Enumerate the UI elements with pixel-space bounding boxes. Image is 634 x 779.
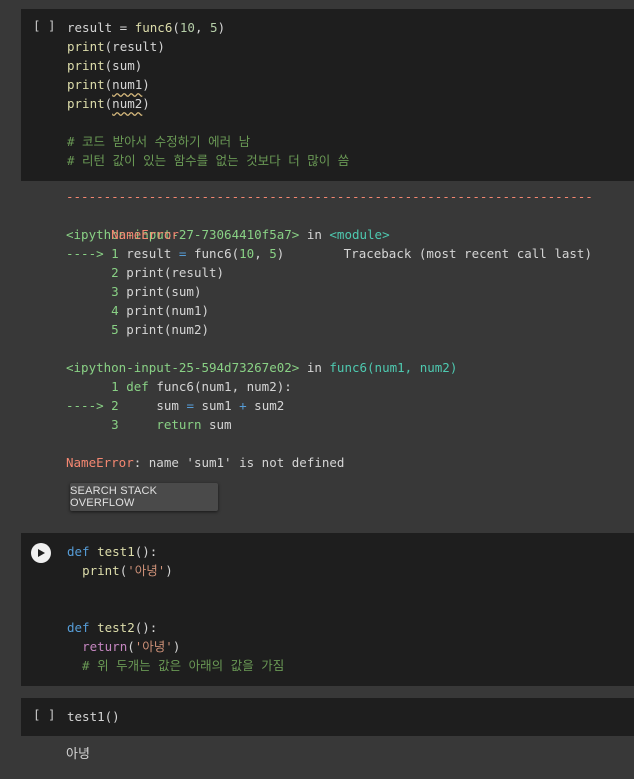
code-line: test1() xyxy=(67,709,120,724)
error-name: NameError xyxy=(111,227,179,242)
line-number: 3 xyxy=(66,284,127,299)
cell-1-run-bracket[interactable]: [ ] xyxy=(33,18,56,33)
traceback-line: 5 print(num2) xyxy=(66,320,592,339)
code-text: print(result) xyxy=(67,39,165,54)
run-cell-button[interactable] xyxy=(31,543,51,563)
traceback-line: 1 def func6(num1, num2): xyxy=(66,377,592,396)
line-code: print(num1) xyxy=(126,303,210,318)
traceback-frame-2: 1 def func6(num1, num2): ----> 2 sum = su… xyxy=(66,377,592,434)
code-line: print('아녕') xyxy=(82,563,173,578)
frame-in: in xyxy=(299,360,330,375)
traceback-header: NameError Traceback (most recent call la… xyxy=(66,206,592,261)
line-code: result = func6(10, 5) xyxy=(126,246,285,261)
cell-3-run-bracket[interactable]: [ ] xyxy=(33,707,56,722)
code-line: print(result) xyxy=(67,37,349,56)
code-cell-3[interactable]: [ ] test1() xyxy=(21,698,634,736)
line-code: sum = sum1 + sum2 xyxy=(126,398,285,413)
error-name: NameError xyxy=(66,455,134,470)
code-comment: # 코드 받아서 수정하기 에러 남 xyxy=(67,134,251,149)
cell-1-output: ----------------------------------------… xyxy=(21,181,634,521)
traceback-line: 2 print(result) xyxy=(66,263,592,282)
code-text: print(sum) xyxy=(67,58,143,73)
error-message: NameError: name 'sum1' is not defined xyxy=(66,453,592,472)
frame-func: func6(num1, num2) xyxy=(329,360,458,375)
line-code: return sum xyxy=(156,417,232,432)
line-number: 3 xyxy=(66,417,127,432)
error-text: : name 'sum1' is not defined xyxy=(133,455,345,470)
code-text: print(num2) xyxy=(67,96,150,111)
cell-3-code[interactable]: test1() xyxy=(67,707,120,726)
code-line: return('아녕') xyxy=(82,639,181,654)
line-number: 1 xyxy=(66,379,127,394)
code-comment: # 리턴 값이 있는 함수를 없는 것보다 더 많이 씀 xyxy=(67,153,350,168)
cell-3-output: 아녕 xyxy=(66,747,90,762)
frame-module: <module> xyxy=(329,227,390,242)
line-code: print(result) xyxy=(126,265,225,280)
play-icon xyxy=(38,549,45,557)
code-text: print(num1) xyxy=(67,77,150,92)
traceback-line: ----> 2 sum = sum1 + sum2 xyxy=(66,396,592,415)
line-code: print(sum) xyxy=(126,284,202,299)
line-code: print(num2) xyxy=(126,322,210,337)
line-number: 4 xyxy=(66,303,127,318)
cell-1-code[interactable]: result = func6(10, 5) print(result) prin… xyxy=(67,18,349,170)
code-line: def test2(): xyxy=(67,620,158,635)
code-line: def test1(): xyxy=(67,544,158,559)
code-text: result = func6(10, 5) xyxy=(67,20,226,35)
traceback-line: 3 return sum xyxy=(66,415,592,434)
traceback-frame-2-header: <ipython-input-25-594d73267e02> in func6… xyxy=(66,358,592,377)
traceback-line: 3 print(sum) xyxy=(66,282,592,301)
frame-file: <ipython-input-25-594d73267e02> xyxy=(66,360,300,375)
search-stack-overflow-button[interactable]: SEARCH STACK OVERFLOW xyxy=(70,483,218,511)
code-cell-2[interactable]: def test1(): print('아녕') def test2(): re… xyxy=(21,533,634,686)
line-code: def func6(num1, num2): xyxy=(126,379,292,394)
traceback-label: Traceback (most recent call last) xyxy=(343,246,592,261)
code-line: print(num2) xyxy=(67,94,349,113)
cell-2-code[interactable]: def test1(): print('아녕') def test2(): re… xyxy=(67,542,284,675)
frame-in: in xyxy=(299,227,330,242)
code-comment: # 위 두개는 값은 아래의 값을 가짐 xyxy=(67,658,285,673)
traceback-line: 4 print(num1) xyxy=(66,301,592,320)
code-line: result = func6(10, 5) xyxy=(67,18,349,37)
code-cell-1[interactable]: [ ] result = func6(10, 5) print(result) … xyxy=(21,9,634,181)
code-line: print(num1) xyxy=(67,75,349,94)
line-number: 5 xyxy=(66,322,127,337)
traceback-divider: ----------------------------------------… xyxy=(66,189,592,204)
line-number: ----> 2 xyxy=(66,398,127,413)
code-line: print(sum) xyxy=(67,56,349,75)
